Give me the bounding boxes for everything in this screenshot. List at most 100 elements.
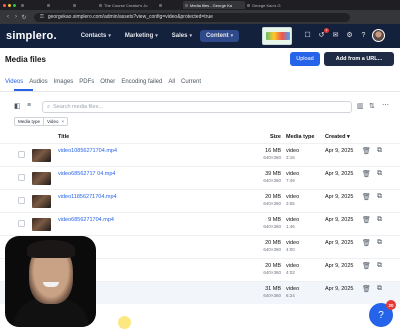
browser-tab[interactable] [19,1,45,9]
duration: 1:46 [286,224,295,229]
settings-gear-icon[interactable]: ⚙ [345,31,354,40]
file-title-link[interactable]: video10856271704.mp4 [58,148,117,154]
upload-button[interactable]: Upload [290,52,320,66]
tab-all[interactable]: All [168,79,175,85]
video-thumbnail[interactable] [32,218,51,231]
main-nav: Contacts ▾ Marketing ▾ Sales ▾ Content ▾ [75,30,240,42]
file-dimensions: 640×360 [263,270,281,275]
video-thumbnail[interactable] [32,195,51,208]
chat-icon[interactable]: ☐ [303,31,312,40]
promo-thumbnail[interactable] [262,27,292,45]
row-checkbox[interactable] [18,151,25,158]
user-avatar[interactable] [372,29,385,42]
browser-tab[interactable]: George Kao's G [245,1,295,9]
tab-encoding-failed[interactable]: Encoding failed [121,79,162,85]
column-size[interactable]: Size [270,134,281,140]
file-dimensions: 640×360 [263,224,281,229]
back-icon[interactable]: ‹ [4,14,12,20]
nav-sales[interactable]: Sales ▾ [166,30,198,42]
created-date: Apr 9, 2025 [325,217,354,223]
delete-icon[interactable]: 🗑 [362,147,371,155]
window-controls[interactable] [3,3,19,7]
help-icon[interactable]: ? [359,31,368,40]
file-title-link[interactable]: video6856271704.mp4 [58,217,114,223]
forward-icon[interactable]: › [12,14,20,20]
table-row[interactable]: video68562717 04.mp4 39 MB 640×360 video 7:4… [0,166,400,189]
delete-icon[interactable]: 🗑 [362,193,371,201]
table-header: Title Size Media type Created ▾ [0,131,400,143]
copy-icon[interactable]: ⧉ [377,216,382,224]
minimize-window-icon[interactable] [8,3,11,7]
tab-images[interactable]: Images [54,79,74,85]
media-type: video [286,263,300,269]
address-bar[interactable]: ⚿ georgekao.simplero.com/admin/assets?vi… [34,12,350,22]
row-checkbox[interactable] [18,220,25,227]
column-media-type[interactable]: Media type [286,134,314,140]
browser-tab[interactable] [71,1,97,9]
copy-icon[interactable]: ⧉ [377,285,382,293]
delete-icon[interactable]: 🗑 [362,262,371,270]
search-input[interactable]: ⌕ Search media files... [42,101,352,113]
file-title-link[interactable]: video68562717 04.mp4 [58,171,116,177]
file-dimensions: 640×360 [263,201,281,206]
maximize-window-icon[interactable] [13,3,16,7]
duration: 7:49 [286,178,295,183]
mail-icon[interactable]: ✉ [331,31,340,40]
favicon-icon [99,3,102,7]
delete-icon[interactable]: 🗑 [362,170,371,178]
tab-pdfs[interactable]: PDFs [79,79,94,85]
copy-icon[interactable]: ⧉ [377,147,382,155]
video-thumbnail[interactable] [32,172,51,185]
browser-tab[interactable]: The Course Creator's Jo [97,1,157,9]
close-window-icon[interactable] [3,3,6,7]
columns-icon[interactable]: ▥ [357,102,364,110]
reload-icon[interactable]: ↻ [20,14,28,21]
table-row[interactable]: video10856271704.mp4 16 MB 640×360 video 3:1… [0,143,400,166]
chevron-down-icon: ▾ [189,33,192,39]
file-size: 20 MB [265,240,281,246]
file-dimensions: 640×360 [263,155,281,160]
favicon-icon [73,3,76,7]
created-date: Apr 9, 2025 [325,240,354,246]
file-size: 9 MB [268,217,281,223]
remove-filter-icon[interactable]: × [61,119,64,124]
delete-icon[interactable]: 🗑 [362,239,371,247]
favicon-icon [247,3,250,7]
duration: 6:24 [286,293,295,298]
duration: 4:00 [286,247,295,252]
filter-icon[interactable]: ≡ [27,102,31,109]
simplero-logo[interactable]: simplero. [6,30,57,42]
table-row[interactable]: video6856271704.mp4 9 MB 640×360 video 1:46 A… [0,212,400,235]
video-thumbnail[interactable] [32,149,51,162]
tab-audios[interactable]: Audios [29,79,47,85]
sidebar-toggle-icon[interactable]: ◧ [14,102,21,110]
copy-icon[interactable]: ⧉ [377,193,382,201]
tab-current[interactable]: Current [181,79,201,85]
add-from-url-button[interactable]: Add from a URL... [324,52,394,66]
nav-marketing[interactable]: Marketing ▾ [119,30,164,42]
browser-tab[interactable] [45,1,71,9]
delete-icon[interactable]: 🗑 [362,216,371,224]
copy-icon[interactable]: ⧉ [377,262,382,270]
undo-history-icon[interactable]: ↺ 1 [317,28,329,40]
delete-icon[interactable]: 🗑 [362,285,371,293]
more-options-icon[interactable]: ⋯ [382,101,389,109]
row-checkbox[interactable] [18,174,25,181]
file-title-link[interactable]: video11856271704.mp4 [58,194,117,200]
row-checkbox[interactable] [18,197,25,204]
browser-tab-active[interactable]: Media files - George Ka [183,1,245,9]
active-filter-chip[interactable]: Media type Video × [14,117,69,126]
sort-icon[interactable]: ⇅ [369,102,375,110]
file-dimensions: 640×360 [263,178,281,183]
tab-other[interactable]: Other [100,79,115,85]
nav-content[interactable]: Content ▾ [199,30,240,42]
copy-icon[interactable]: ⧉ [377,239,382,247]
column-title[interactable]: Title [58,134,69,140]
table-row[interactable]: video11856271704.mp4 20 MB 640×360 video 3:5… [0,189,400,212]
tab-videos[interactable]: Videos [5,79,23,85]
created-date: Apr 9, 2025 [325,148,354,154]
browser-tab[interactable] [157,1,183,9]
copy-icon[interactable]: ⧉ [377,170,382,178]
nav-contacts[interactable]: Contacts ▾ [75,30,117,42]
column-created[interactable]: Created ▾ [325,134,350,140]
